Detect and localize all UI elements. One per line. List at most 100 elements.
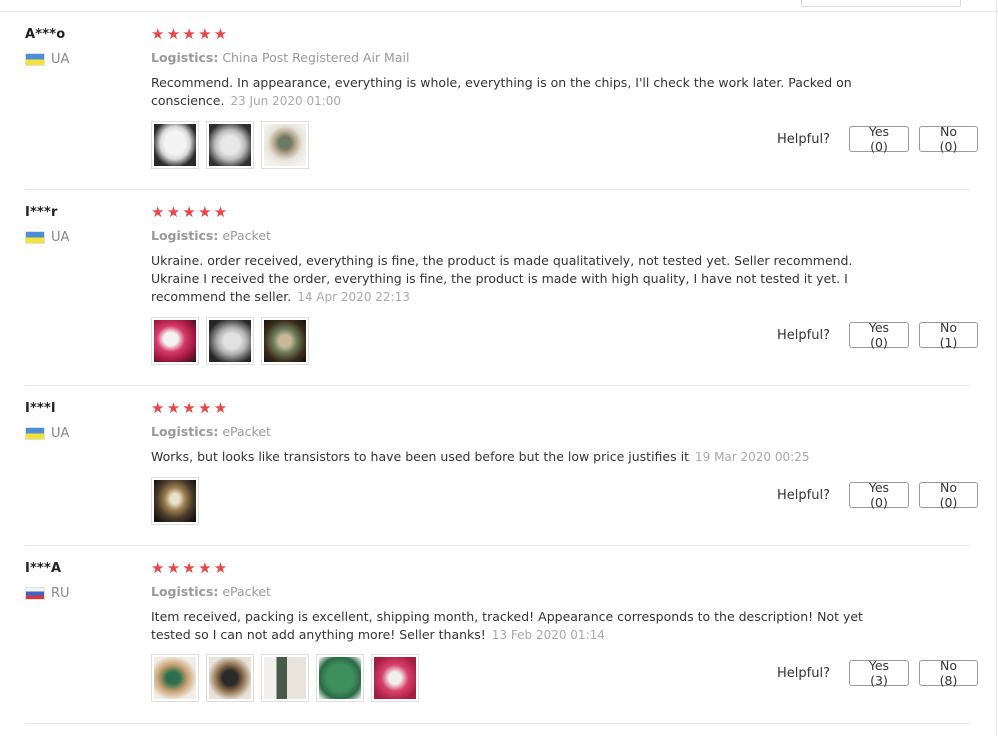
review-photo[interactable] xyxy=(261,654,309,702)
review-photo[interactable] xyxy=(206,317,254,365)
star-icon: ★ xyxy=(198,399,212,417)
reviewer-country: UA xyxy=(25,425,70,441)
star-icon: ★ xyxy=(151,399,165,417)
logistics-info: Logistics: ePacket xyxy=(151,584,271,599)
country-code: UA xyxy=(51,425,70,441)
vote-no-button[interactable]: No (0) xyxy=(918,124,978,154)
star-icon: ★ xyxy=(182,399,196,417)
review-item: I***l UA ★ ★ ★ ★ ★ Logistics: ePacket Wo… xyxy=(25,399,978,536)
review-date: 14 Apr 2020 22:13 xyxy=(297,290,410,304)
country-code: RU xyxy=(51,585,70,601)
logistics-info: Logistics: ePacket xyxy=(151,424,271,439)
flag-ua-icon xyxy=(25,52,45,66)
star-icon: ★ xyxy=(151,203,165,221)
review-photos xyxy=(151,317,316,365)
helpful-label: Helpful? xyxy=(777,665,830,681)
helpful-label: Helpful? xyxy=(777,131,830,147)
vote-yes-button[interactable]: Yes (0) xyxy=(848,124,909,154)
review-date: 19 Mar 2020 00:25 xyxy=(694,450,810,464)
review-divider xyxy=(25,385,970,386)
review-photos xyxy=(151,477,206,525)
logistics-info: Logistics: China Post Registered Air Mai… xyxy=(151,50,409,65)
review-photo[interactable] xyxy=(206,121,254,169)
review-date: 13 Feb 2020 01:14 xyxy=(491,628,605,642)
reviewer-name: A***o xyxy=(25,27,66,42)
vote-no-button[interactable]: No (1) xyxy=(918,320,978,350)
review-photo[interactable] xyxy=(261,317,309,365)
review-photos xyxy=(151,121,316,169)
helpful-controls: Helpful? Yes (3) No (8) xyxy=(777,658,978,688)
star-rating: ★ ★ ★ ★ ★ xyxy=(151,399,229,417)
star-icon: ★ xyxy=(151,559,165,577)
star-icon: ★ xyxy=(213,203,228,221)
logistics-method: ePacket xyxy=(222,584,271,599)
star-rating: ★ ★ ★ ★ ★ xyxy=(151,203,229,221)
star-icon: ★ xyxy=(151,25,165,43)
vote-yes-button[interactable]: Yes (3) xyxy=(848,658,909,688)
star-icon: ★ xyxy=(182,25,196,43)
star-icon: ★ xyxy=(166,399,181,417)
review-photo[interactable] xyxy=(151,654,199,702)
review-photo[interactable] xyxy=(206,654,254,702)
review-text-block: Works, but looks like transistors to hav… xyxy=(151,448,871,466)
vote-yes-button[interactable]: Yes (0) xyxy=(848,320,909,350)
review-text: Works, but looks like transistors to hav… xyxy=(151,449,689,464)
logistics-label: Logistics: xyxy=(151,584,219,599)
logistics-label: Logistics: xyxy=(151,228,219,243)
logistics-label: Logistics: xyxy=(151,424,219,439)
star-icon: ★ xyxy=(198,25,212,43)
reviewer-country: UA xyxy=(25,51,70,67)
star-rating: ★ ★ ★ ★ ★ xyxy=(151,25,229,43)
helpful-label: Helpful? xyxy=(777,487,830,503)
review-text: Ukraine. order received, everything is f… xyxy=(151,253,853,304)
review-photo[interactable] xyxy=(151,121,199,169)
review-text-block: Ukraine. order received, everything is f… xyxy=(151,252,871,306)
review-date: 23 Jun 2020 01:00 xyxy=(230,94,342,108)
helpful-controls: Helpful? Yes (0) No (1) xyxy=(777,320,978,350)
star-icon: ★ xyxy=(166,203,181,221)
reviewer-name: I***r xyxy=(25,205,58,220)
flag-ua-icon xyxy=(25,230,45,244)
star-icon: ★ xyxy=(198,203,212,221)
helpful-controls: Helpful? Yes (0) No (0) xyxy=(777,480,978,510)
star-icon: ★ xyxy=(182,203,196,221)
reviewer-name: I***l xyxy=(25,401,56,416)
review-divider xyxy=(25,189,970,190)
review-photo[interactable] xyxy=(316,654,364,702)
review-divider xyxy=(25,545,970,546)
star-icon: ★ xyxy=(166,25,181,43)
logistics-label: Logistics: xyxy=(151,50,219,65)
logistics-info: Logistics: ePacket xyxy=(151,228,271,243)
star-icon: ★ xyxy=(213,399,228,417)
star-icon: ★ xyxy=(213,559,228,577)
review-divider xyxy=(25,723,970,724)
review-item: I***r UA ★ ★ ★ ★ ★ Logistics: ePacket Uk… xyxy=(25,203,978,375)
top-divider xyxy=(0,11,998,12)
vote-yes-button[interactable]: Yes (0) xyxy=(848,480,909,510)
reviewer-name: I***A xyxy=(25,561,62,576)
helpful-controls: Helpful? Yes (0) No (0) xyxy=(777,124,978,154)
star-rating: ★ ★ ★ ★ ★ xyxy=(151,559,229,577)
star-icon: ★ xyxy=(198,559,212,577)
review-photo[interactable] xyxy=(151,317,199,365)
vote-no-button[interactable]: No (0) xyxy=(918,480,978,510)
logistics-method: ePacket xyxy=(222,228,271,243)
review-photo[interactable] xyxy=(151,477,199,525)
country-code: UA xyxy=(51,51,70,67)
vote-no-button[interactable]: No (8) xyxy=(918,658,978,688)
review-photo[interactable] xyxy=(261,121,309,169)
top-dropdown-edge[interactable] xyxy=(801,0,961,7)
reviewer-country: RU xyxy=(25,585,70,601)
helpful-label: Helpful? xyxy=(777,327,830,343)
review-photo[interactable] xyxy=(371,654,419,702)
review-item: A***o UA ★ ★ ★ ★ ★ Logistics: China Post… xyxy=(25,25,978,177)
logistics-method: China Post Registered Air Mail xyxy=(222,50,410,65)
reviewer-country: UA xyxy=(25,230,69,245)
review-item: I***A RU ★ ★ ★ ★ ★ Logistics: ePacket It… xyxy=(25,559,978,721)
review-text-block: Recommend. In appearance, everything is … xyxy=(151,74,871,110)
review-text-block: Item received, packing is excellent, shi… xyxy=(151,608,871,644)
star-icon: ★ xyxy=(166,559,181,577)
star-icon: ★ xyxy=(182,559,196,577)
flag-ua-icon xyxy=(25,426,45,440)
review-photos xyxy=(151,654,426,702)
